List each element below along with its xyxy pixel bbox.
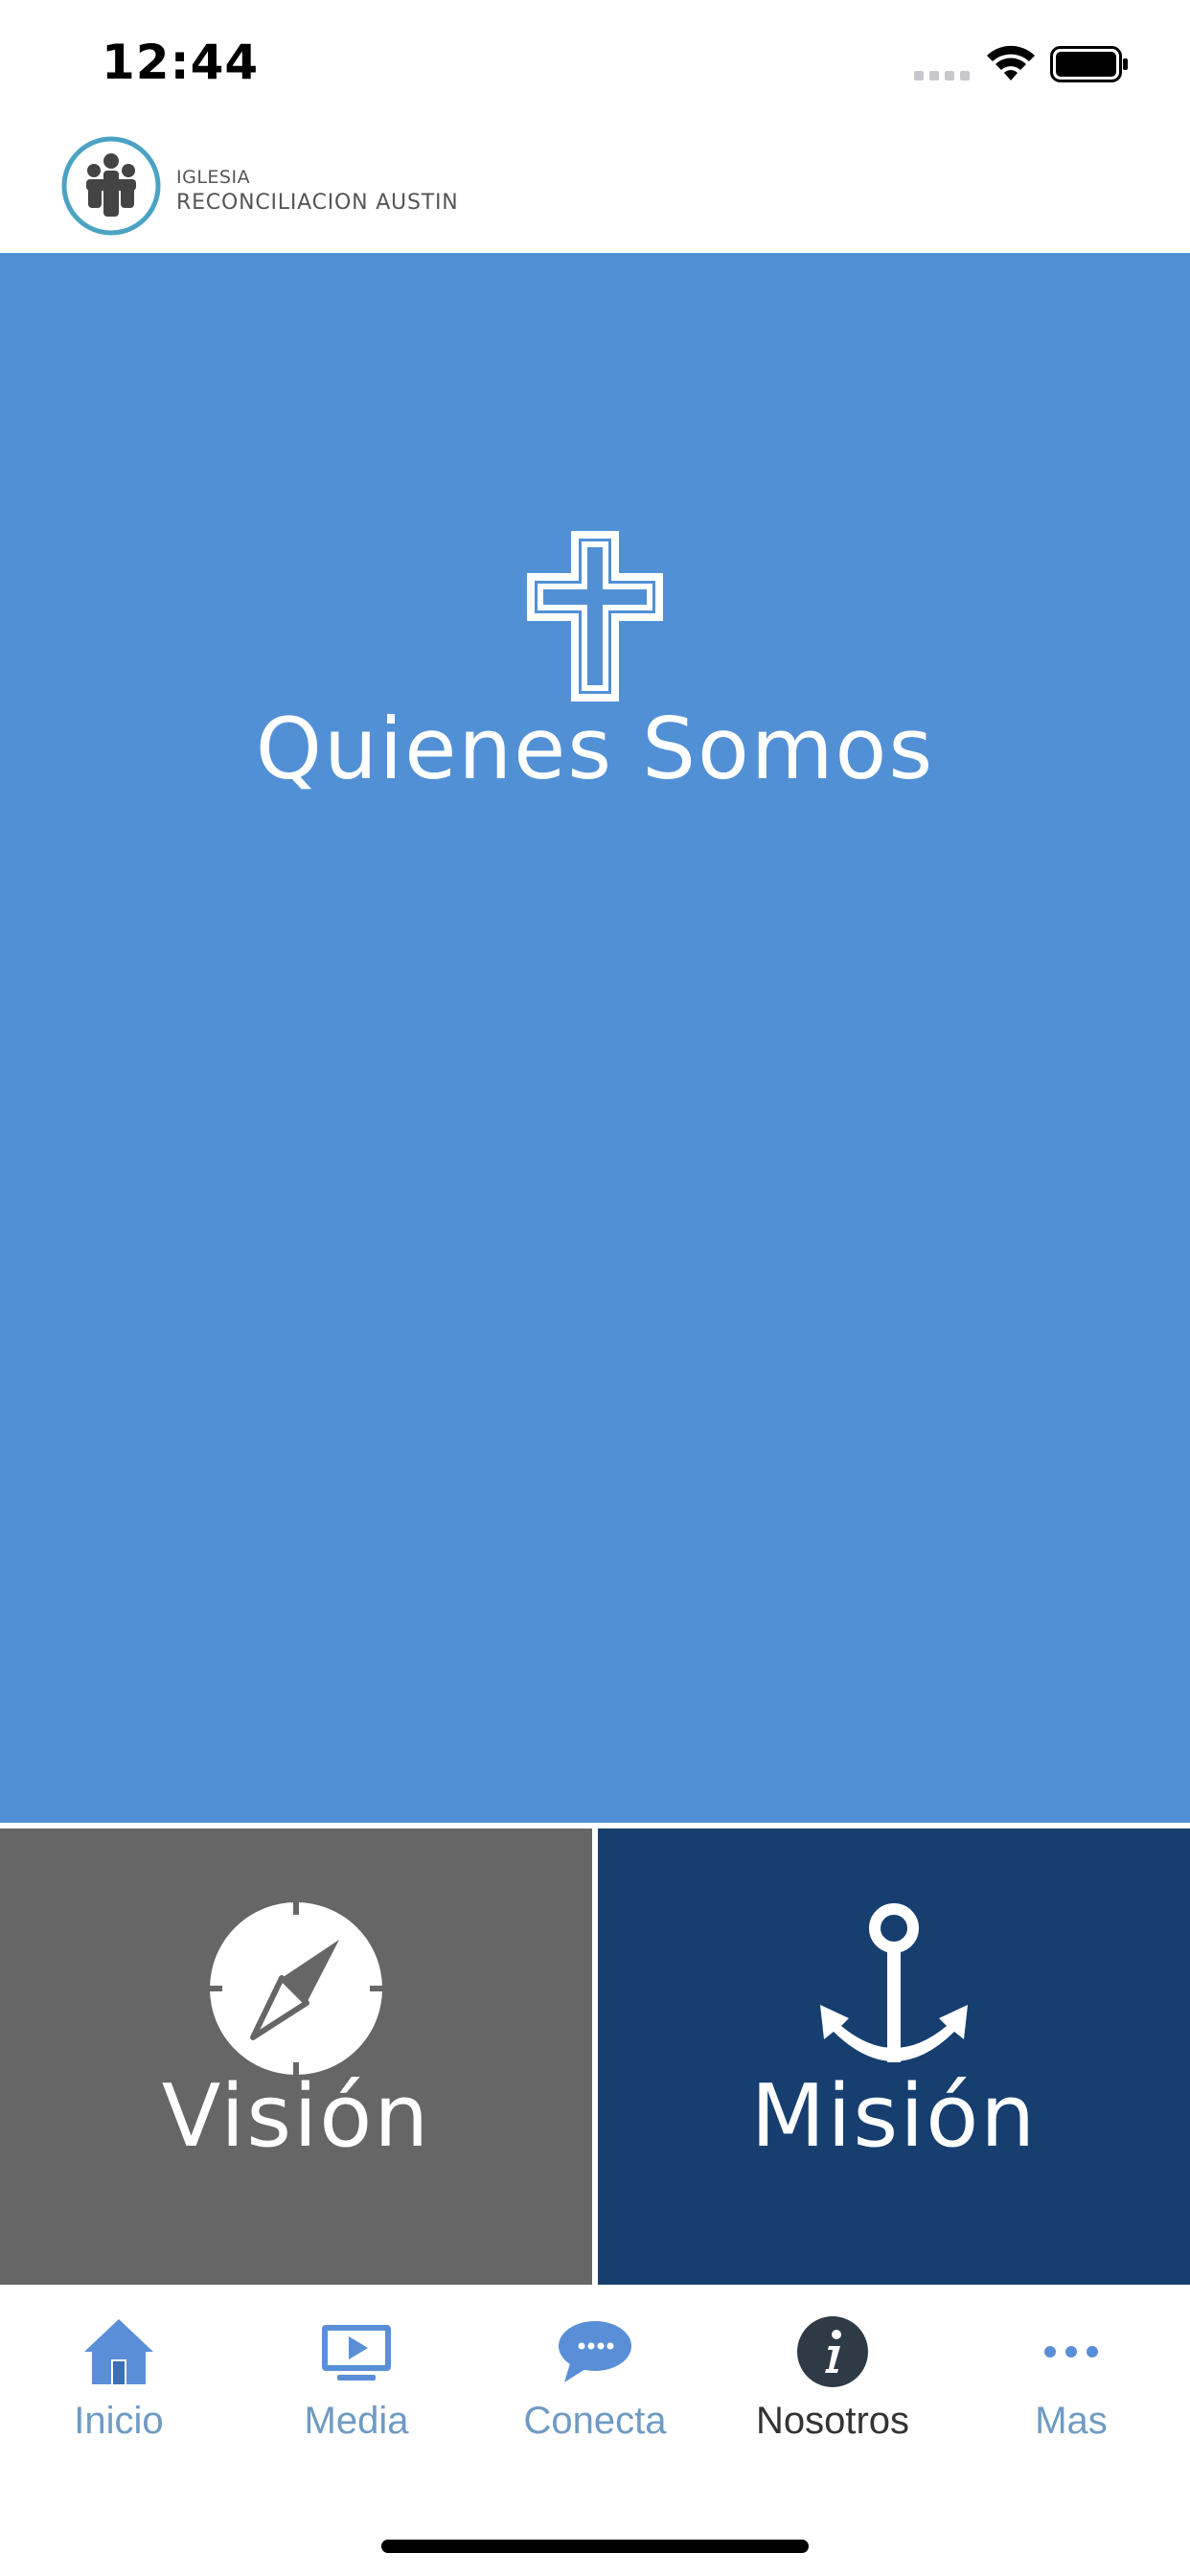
tab-inicio[interactable]: Inicio [0, 2288, 238, 2471]
tab-media[interactable]: Media [238, 2288, 475, 2471]
logo-line1: IGLESIA [176, 167, 251, 188]
tab-conecta[interactable]: Conecta [476, 2288, 714, 2471]
vision-label: Visión [161, 2066, 431, 2167]
wifi-icon [987, 45, 1035, 80]
tab-label-nosotros: Nosotros [755, 2400, 910, 2442]
more-dots-icon [1044, 2346, 1098, 2358]
tab-label-inicio: Inicio [74, 2400, 164, 2442]
compass-icon [209, 1901, 383, 2076]
info-icon [797, 2316, 868, 2387]
chat-bubble-icon [559, 2321, 631, 2382]
cross-icon [527, 531, 663, 702]
tab-label-mas: Mas [1035, 2400, 1108, 2442]
church-people-logo-icon[interactable] [61, 136, 161, 236]
anchor-icon [820, 1903, 968, 2062]
tab-mas[interactable]: Mas [952, 2288, 1190, 2471]
logo-text: IGLESIA RECONCILIACION AUSTIN [176, 165, 459, 217]
quienes-somos-panel[interactable]: Quienes Somos [0, 253, 1190, 1823]
battery-icon [1050, 46, 1128, 82]
cellular-signal-icon [914, 71, 970, 80]
tab-nosotros[interactable]: Nosotros [714, 2288, 951, 2471]
home-indicator[interactable] [381, 2540, 809, 2553]
hero-title: Quienes Somos [255, 700, 935, 798]
app-screen: 12:44 IGLESIA RECONCILIACION AUSTIN Quie… [0, 0, 1190, 2576]
home-icon [84, 2319, 153, 2384]
tv-play-icon [322, 2325, 391, 2380]
mision-tile[interactable]: Misión [598, 1828, 1190, 2285]
bottom-tab-bar: Inicio Media Conecta Nosotros Mas [0, 2288, 1190, 2576]
vision-tile[interactable]: Visión [0, 1828, 592, 2285]
tab-label-media: Media [304, 2400, 409, 2442]
tab-label-conecta: Conecta [523, 2400, 667, 2442]
app-header: IGLESIA RECONCILIACION AUSTIN [0, 125, 1190, 253]
status-time: 12:44 [102, 34, 260, 90]
status-bar: 12:44 [0, 0, 1190, 125]
logo-line2: RECONCILIACION AUSTIN [176, 191, 459, 215]
mision-label: Misión [750, 2066, 1038, 2167]
